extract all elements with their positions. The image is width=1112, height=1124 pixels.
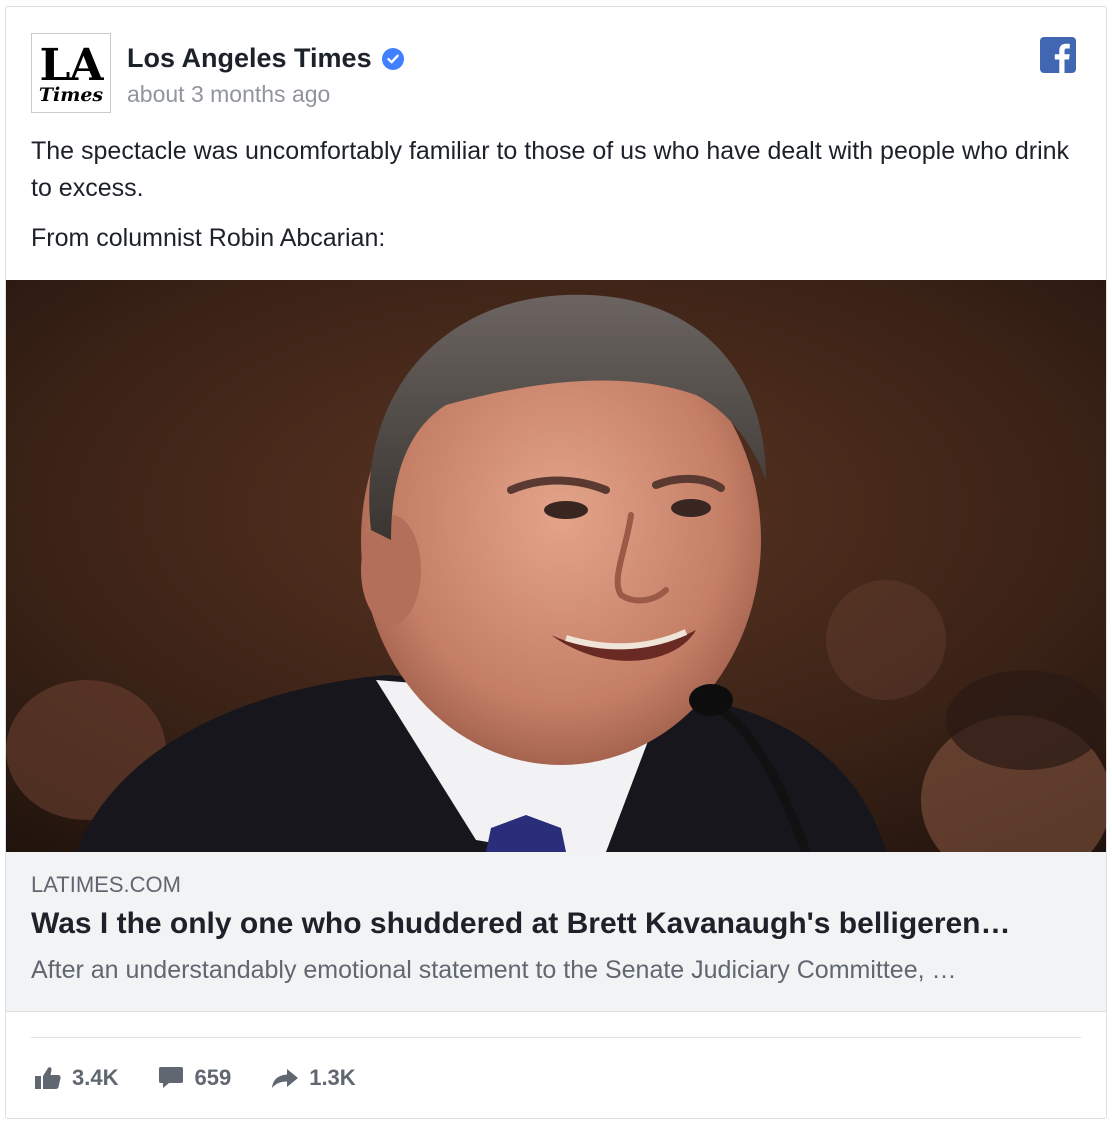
like-count: 3.4K [72,1065,119,1090]
post-timestamp[interactable]: about 3 months ago [127,81,330,108]
share-count: 1.3K [309,1065,356,1090]
facebook-icon[interactable] [1040,37,1076,73]
logo-text-la: LA [39,39,103,91]
verified-badge-icon [381,47,404,70]
engagement-stats: 3.4K 659 1.3K [34,1063,356,1093]
like-count-button[interactable]: 3.4K [34,1065,118,1091]
post-header: LA Times Los Angeles Times about 3 month… [6,7,1106,119]
comment-count: 659 [194,1065,232,1090]
link-description: After an understandably emotional statem… [31,956,957,984]
post-message: The spectacle was uncomfortably familiar… [31,133,1081,270]
footer-divider [31,1037,1081,1038]
page-avatar[interactable]: LA Times [31,33,111,113]
message-paragraph-1: The spectacle was uncomfortably familiar… [31,137,1070,202]
share-arrow-icon [272,1069,299,1088]
facebook-post-card: LA Times Los Angeles Times about 3 month… [5,6,1107,1119]
page-name[interactable]: Los Angeles Times [127,43,372,74]
link-headline[interactable]: Was I the only one who shuddered at Bret… [31,907,1081,941]
portrait-photo [6,280,1106,852]
link-preview[interactable]: LATIMES.COM Was I the only one who shudd… [6,852,1106,1012]
logo-text-times: Times [38,83,104,106]
page-name-row: Los Angeles Times [127,43,404,74]
share-count-button[interactable]: 1.3K [271,1065,356,1091]
message-paragraph-2: From columnist Robin Abcarian: [31,224,386,252]
link-preview-image[interactable] [6,280,1106,852]
comment-icon [159,1067,184,1088]
comment-count-button[interactable]: 659 [158,1065,231,1091]
thumbs-up-icon [35,1067,61,1089]
link-domain: LATIMES.COM [31,872,181,897]
